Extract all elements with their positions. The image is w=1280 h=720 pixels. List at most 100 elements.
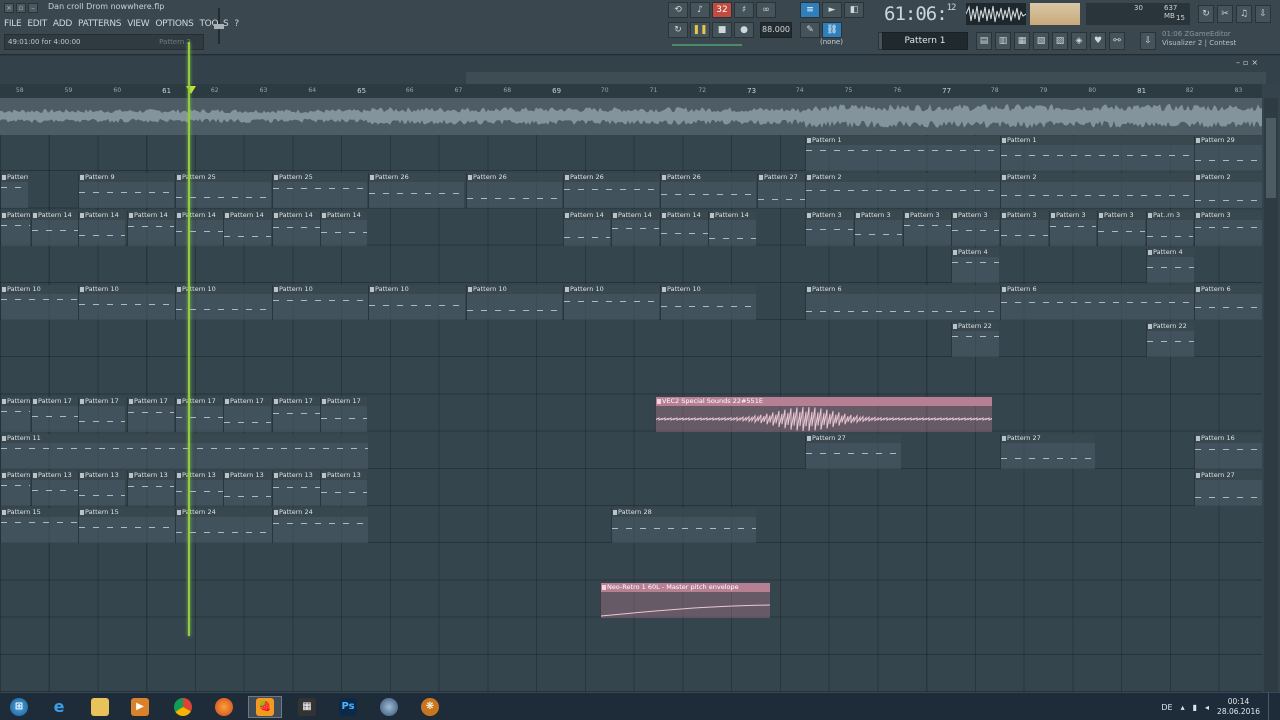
pattern-clip[interactable]: Pattern 14 bbox=[31, 210, 78, 246]
tools-icon[interactable]: ✂ bbox=[1217, 5, 1233, 23]
master-volume-slider[interactable] bbox=[212, 4, 226, 48]
pattern-clip[interactable]: Pattern 26 bbox=[466, 173, 562, 209]
mic-icon[interactable]: ♫ bbox=[1236, 5, 1252, 23]
pattern-clip[interactable]: Pattern 6 bbox=[1000, 285, 1194, 320]
snap-label[interactable]: (none) bbox=[820, 38, 843, 46]
pattern-clip[interactable]: Pattern 26 bbox=[660, 173, 756, 209]
pattern-clip[interactable]: Pattern 17 bbox=[127, 396, 174, 432]
pattern-clip[interactable]: Pattern 4 bbox=[1146, 247, 1194, 283]
pattern-clip[interactable]: Pattern 1 bbox=[1000, 136, 1195, 172]
vertical-scrollbar[interactable] bbox=[1264, 98, 1278, 692]
refresh-icon[interactable]: ↻ bbox=[1198, 5, 1214, 23]
menu-add[interactable]: ADD bbox=[53, 16, 72, 32]
taskbar-ie[interactable]: e bbox=[42, 696, 76, 718]
horizontal-scrollbar[interactable] bbox=[466, 72, 1266, 84]
volume-icon[interactable]: ◂ bbox=[1205, 703, 1209, 712]
pattern-clip[interactable]: Pattern 13 bbox=[78, 471, 125, 506]
close-icon[interactable]: × bbox=[1251, 58, 1258, 67]
browser-icon[interactable]: ▨ bbox=[1052, 32, 1068, 50]
pattern-clip[interactable]: Pattern 11 bbox=[0, 433, 368, 469]
pattern-clip[interactable]: Pattern 24 bbox=[272, 508, 368, 544]
link-icon[interactable]: ⛓ bbox=[822, 22, 842, 38]
menu-edit[interactable]: EDIT bbox=[27, 16, 47, 32]
news-download-icon[interactable]: ⇩ bbox=[1140, 32, 1156, 50]
pattern-clip[interactable]: Pattern 14 bbox=[563, 210, 610, 246]
pattern-clip[interactable]: Pattern 14 bbox=[272, 210, 320, 246]
pattern-clip[interactable]: Pattern 27 bbox=[757, 173, 805, 209]
pattern-clip[interactable]: Pattern 14 bbox=[223, 210, 271, 246]
pattern-clip[interactable]: Pattern 27 bbox=[1194, 471, 1262, 506]
taskbar-clapper[interactable]: ▦ bbox=[290, 696, 324, 718]
pattern-clip[interactable]: Pattern 14 bbox=[0, 210, 30, 246]
slider-knob[interactable] bbox=[214, 24, 224, 29]
pattern-clip[interactable]: Pattern 22 bbox=[951, 322, 999, 358]
pattern-clip[interactable]: Pattern 10 bbox=[563, 285, 659, 320]
tray-expand-icon[interactable]: ▴ bbox=[1181, 703, 1185, 712]
pattern-clip[interactable]: Pattern 17 bbox=[0, 396, 30, 432]
start-button[interactable]: ⊞ bbox=[2, 696, 36, 718]
language-indicator[interactable]: DE bbox=[1161, 703, 1172, 712]
pattern-clip[interactable]: Pattern 17 bbox=[320, 396, 367, 432]
pattern-clip[interactable]: Pattern 3 bbox=[1000, 210, 1048, 246]
song-mode-icon[interactable]: ⟲ bbox=[668, 2, 688, 18]
pattern-clip[interactable]: Pattern 6 bbox=[1194, 285, 1262, 320]
pattern-clip[interactable]: Pattern 13 bbox=[223, 471, 271, 506]
menu-help[interactable]: ? bbox=[234, 16, 239, 32]
pattern-clip[interactable]: Pattern 3 bbox=[805, 210, 853, 246]
tempo-display[interactable]: 88.000 bbox=[760, 22, 792, 38]
pattern-clip[interactable]: Pattern 28 bbox=[611, 508, 756, 544]
pattern-clip[interactable]: Pattern 17 bbox=[78, 396, 125, 432]
taskbar-photoshop[interactable]: Ps bbox=[331, 696, 365, 718]
pattern-clip[interactable]: Pattern 13 bbox=[0, 471, 30, 506]
minimize-icon[interactable]: – bbox=[28, 3, 38, 13]
pattern-clip[interactable]: Pattern 26 bbox=[563, 173, 659, 209]
mixer-icon[interactable]: ▧ bbox=[1033, 32, 1049, 50]
clock[interactable]: 00:14 28.06.2016 bbox=[1217, 697, 1260, 717]
time-display[interactable]: 61:06:12 bbox=[884, 3, 962, 27]
audio-clip[interactable]: VEC2 Special Sounds 22#551E bbox=[655, 396, 992, 432]
pattern-clip[interactable]: Pattern 9 bbox=[0, 173, 28, 209]
pattern-clip[interactable]: Pattern 2 bbox=[805, 173, 1000, 209]
pattern-clip[interactable]: Pattern 13 bbox=[272, 471, 320, 506]
pattern-clip[interactable]: Pattern 3 bbox=[903, 210, 951, 246]
midi-icon[interactable]: ⚯ bbox=[1109, 32, 1125, 50]
menu-file[interactable]: FILE bbox=[4, 16, 22, 32]
taskbar-media[interactable]: ▶ bbox=[123, 696, 157, 718]
restore-icon[interactable]: ▫ bbox=[16, 3, 26, 13]
record-mode-button[interactable]: 32 bbox=[712, 2, 732, 18]
pattern-clip[interactable]: Pattern 14 bbox=[320, 210, 367, 246]
taskbar-cinema4d[interactable] bbox=[372, 696, 406, 718]
show-desktop-button[interactable] bbox=[1268, 693, 1276, 720]
pattern-clip[interactable]: Pattern 26 bbox=[368, 173, 464, 209]
pattern-clip[interactable]: Pattern 17 bbox=[175, 396, 223, 432]
pattern-clip[interactable]: Pattern 13 bbox=[320, 471, 367, 506]
pattern-clip[interactable]: Pattern 3 bbox=[1049, 210, 1096, 246]
pattern-clip[interactable]: Pattern 3 bbox=[951, 210, 999, 246]
pattern-clip[interactable]: Pattern 13 bbox=[175, 471, 223, 506]
taskbar-chrome[interactable] bbox=[166, 696, 200, 718]
pattern-clip[interactable]: Pattern 15 bbox=[0, 508, 78, 544]
pattern-clip[interactable]: Pat..rn 3 bbox=[1146, 210, 1193, 246]
taskbar-fl-alt[interactable]: ❋ bbox=[413, 696, 447, 718]
playlist-mode-icon[interactable]: ≡ bbox=[800, 2, 820, 18]
menu-view[interactable]: VIEW bbox=[127, 16, 150, 32]
pattern-clip[interactable]: Pattern 16 bbox=[1194, 433, 1262, 469]
pattern-clip[interactable]: Pattern 14 bbox=[78, 210, 125, 246]
pause-icon[interactable]: ❚❚ bbox=[690, 22, 710, 38]
pattern-clip[interactable]: Pattern 14 bbox=[611, 210, 659, 246]
playlist-icon[interactable]: ▤ bbox=[976, 32, 992, 50]
pattern-clip[interactable]: Pattern 2 bbox=[1000, 173, 1194, 209]
menu-options[interactable]: OPTIONS bbox=[155, 16, 193, 32]
piano-roll-icon[interactable]: ▥ bbox=[995, 32, 1011, 50]
pattern-clip[interactable]: Pattern 3 bbox=[1194, 210, 1262, 246]
pattern-selector[interactable]: Pattern 1 bbox=[882, 32, 968, 50]
pattern-clip[interactable]: Pattern 27 bbox=[1000, 433, 1095, 469]
close-icon[interactable]: × bbox=[4, 3, 14, 13]
pattern-clip[interactable]: Pattern 3 bbox=[854, 210, 902, 246]
pattern-clip[interactable]: Pattern 27 bbox=[805, 433, 901, 469]
step-edit-icon[interactable]: ♯ bbox=[734, 2, 754, 18]
pattern-clip[interactable]: Pattern 10 bbox=[660, 285, 756, 320]
loop-icon[interactable]: ∞ bbox=[756, 2, 776, 18]
maximize-icon[interactable]: ▫ bbox=[1243, 58, 1248, 67]
pattern-clip[interactable]: Pattern 10 bbox=[0, 285, 78, 320]
